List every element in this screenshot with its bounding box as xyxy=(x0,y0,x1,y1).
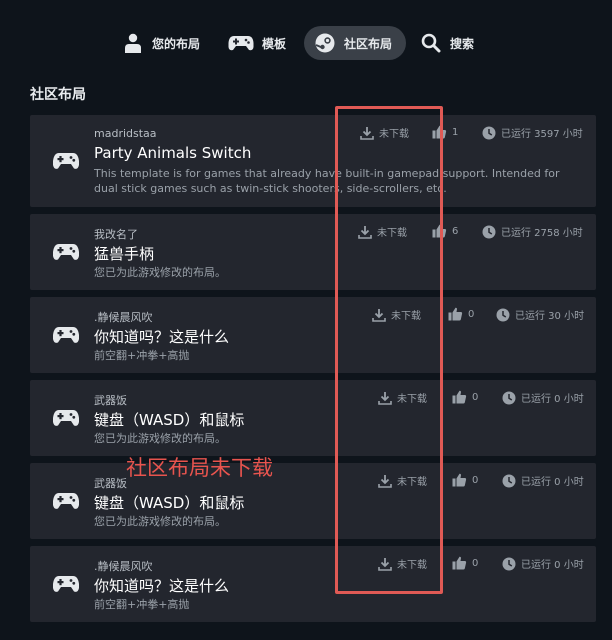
download-icon xyxy=(378,391,392,405)
gamepad-icon xyxy=(52,151,80,171)
playtime: 已运行 0 小时 xyxy=(502,473,584,488)
layout-card[interactable]: 我改名了 猛兽手柄 您已为此游戏修改的布局。 未下载 6 已运行 2758 小时 xyxy=(30,214,596,290)
thumbs-up-icon xyxy=(452,390,467,404)
layout-description: 您已为此游戏修改的布局。 xyxy=(94,266,226,279)
download-status: 未下载 xyxy=(358,224,407,239)
gamepad-icon xyxy=(52,325,80,345)
playtime: 已运行 3597 小时 xyxy=(482,125,583,140)
layout-description: 您已为此游戏修改的布局。 xyxy=(94,432,226,445)
playtime: 已运行 2758 小时 xyxy=(482,224,583,239)
layout-card[interactable]: 武器饭 键盘（WASD）和鼠标 您已为此游戏修改的布局。 未下载 0 已运行 0… xyxy=(30,380,596,456)
download-status: 未下载 xyxy=(372,307,421,322)
tab-templates[interactable]: 模板 xyxy=(218,26,300,60)
playtime: 已运行 0 小时 xyxy=(502,556,584,571)
download-status: 未下载 xyxy=(378,556,427,571)
layout-description: 您已为此游戏修改的布局。 xyxy=(94,515,226,528)
download-icon xyxy=(378,557,392,571)
search-icon xyxy=(420,32,442,54)
tab-label: 您的布局 xyxy=(152,36,201,51)
clock-icon xyxy=(482,225,496,238)
thumbs-up-icon xyxy=(448,307,463,321)
layout-author: 武器饭 xyxy=(94,477,127,490)
community-layouts-page: 您的布局 模板 社区布局 搜索 社区布局 madridstaa Party An xyxy=(0,0,612,640)
layout-description: 前空翻+冲拳+高抛 xyxy=(94,349,190,362)
layout-card[interactable]: madridstaa Party Animals Switch This tem… xyxy=(30,115,596,207)
layout-description: This template is for games that already … xyxy=(94,167,560,195)
layout-name: 你知道吗？这是什么 xyxy=(94,328,230,346)
layout-author: 武器饭 xyxy=(94,394,127,407)
gamepad-icon xyxy=(52,408,80,428)
playtime: 已运行 0 小时 xyxy=(502,390,584,405)
clock-icon xyxy=(482,126,496,139)
download-status: 未下载 xyxy=(378,390,427,405)
thumbs-up-icon xyxy=(452,556,467,570)
tab-label: 搜索 xyxy=(450,36,475,51)
layout-author: madridstaa xyxy=(94,127,157,140)
layout-description: 前空翻+冲拳+高抛 xyxy=(94,598,190,611)
tab-search[interactable]: 搜索 xyxy=(410,26,488,60)
layout-tab-bar: 您的布局 模板 社区布局 搜索 xyxy=(112,26,492,60)
layout-author: .静候晨风吹 xyxy=(94,311,153,324)
like-count: 0 xyxy=(448,307,474,321)
like-count: 0 xyxy=(452,556,478,570)
thumbs-up-icon xyxy=(452,473,467,487)
layout-name: 猛兽手柄 xyxy=(94,245,155,263)
clock-icon xyxy=(502,391,516,404)
gamepad-icon xyxy=(52,242,80,262)
layout-author: .静候晨风吹 xyxy=(94,560,153,573)
layout-author: 我改名了 xyxy=(94,228,138,241)
thumbs-up-icon xyxy=(432,125,447,139)
section-title: 社区布局 xyxy=(30,87,86,103)
layout-card[interactable]: .静候晨风吹 你知道吗？这是什么 前空翻+冲拳+高抛 未下载 0 已运行 30 … xyxy=(30,297,596,373)
tab-your-layouts[interactable]: 您的布局 xyxy=(112,26,214,60)
layout-name: Party Animals Switch xyxy=(94,144,252,162)
download-status: 未下载 xyxy=(378,473,427,488)
layout-card[interactable]: .静候晨风吹 你知道吗？这是什么 前空翻+冲拳+高抛 未下载 0 已运行 0 小… xyxy=(30,546,596,622)
tab-label: 模板 xyxy=(262,36,287,51)
gamepad-icon xyxy=(52,491,80,511)
gamepad-icon xyxy=(228,32,254,54)
tab-community-layouts[interactable]: 社区布局 xyxy=(304,26,407,60)
annotation-label: 社区布局未下载 xyxy=(126,456,273,480)
download-icon xyxy=(372,308,386,322)
like-count: 0 xyxy=(452,390,478,404)
layout-name: 键盘（WASD）和鼠标 xyxy=(94,494,245,512)
gamepad-icon xyxy=(52,574,80,594)
tab-label: 社区布局 xyxy=(344,36,393,51)
steam-icon xyxy=(314,32,336,54)
layout-card[interactable]: 武器饭 键盘（WASD）和鼠标 您已为此游戏修改的布局。 未下载 0 已运行 0… xyxy=(30,463,596,539)
like-count: 1 xyxy=(432,125,458,139)
like-count: 0 xyxy=(452,473,478,487)
layout-name: 键盘（WASD）和鼠标 xyxy=(94,411,245,429)
clock-icon xyxy=(496,308,510,321)
clock-icon xyxy=(502,474,516,487)
download-icon xyxy=(358,225,372,239)
thumbs-up-icon xyxy=(432,224,447,238)
person-icon xyxy=(122,32,144,54)
like-count: 6 xyxy=(432,224,458,238)
playtime: 已运行 30 小时 xyxy=(496,307,584,322)
download-status: 未下载 xyxy=(360,125,409,140)
download-icon xyxy=(360,126,374,140)
clock-icon xyxy=(502,557,516,570)
layout-name: 你知道吗？这是什么 xyxy=(94,577,230,595)
download-icon xyxy=(378,474,392,488)
